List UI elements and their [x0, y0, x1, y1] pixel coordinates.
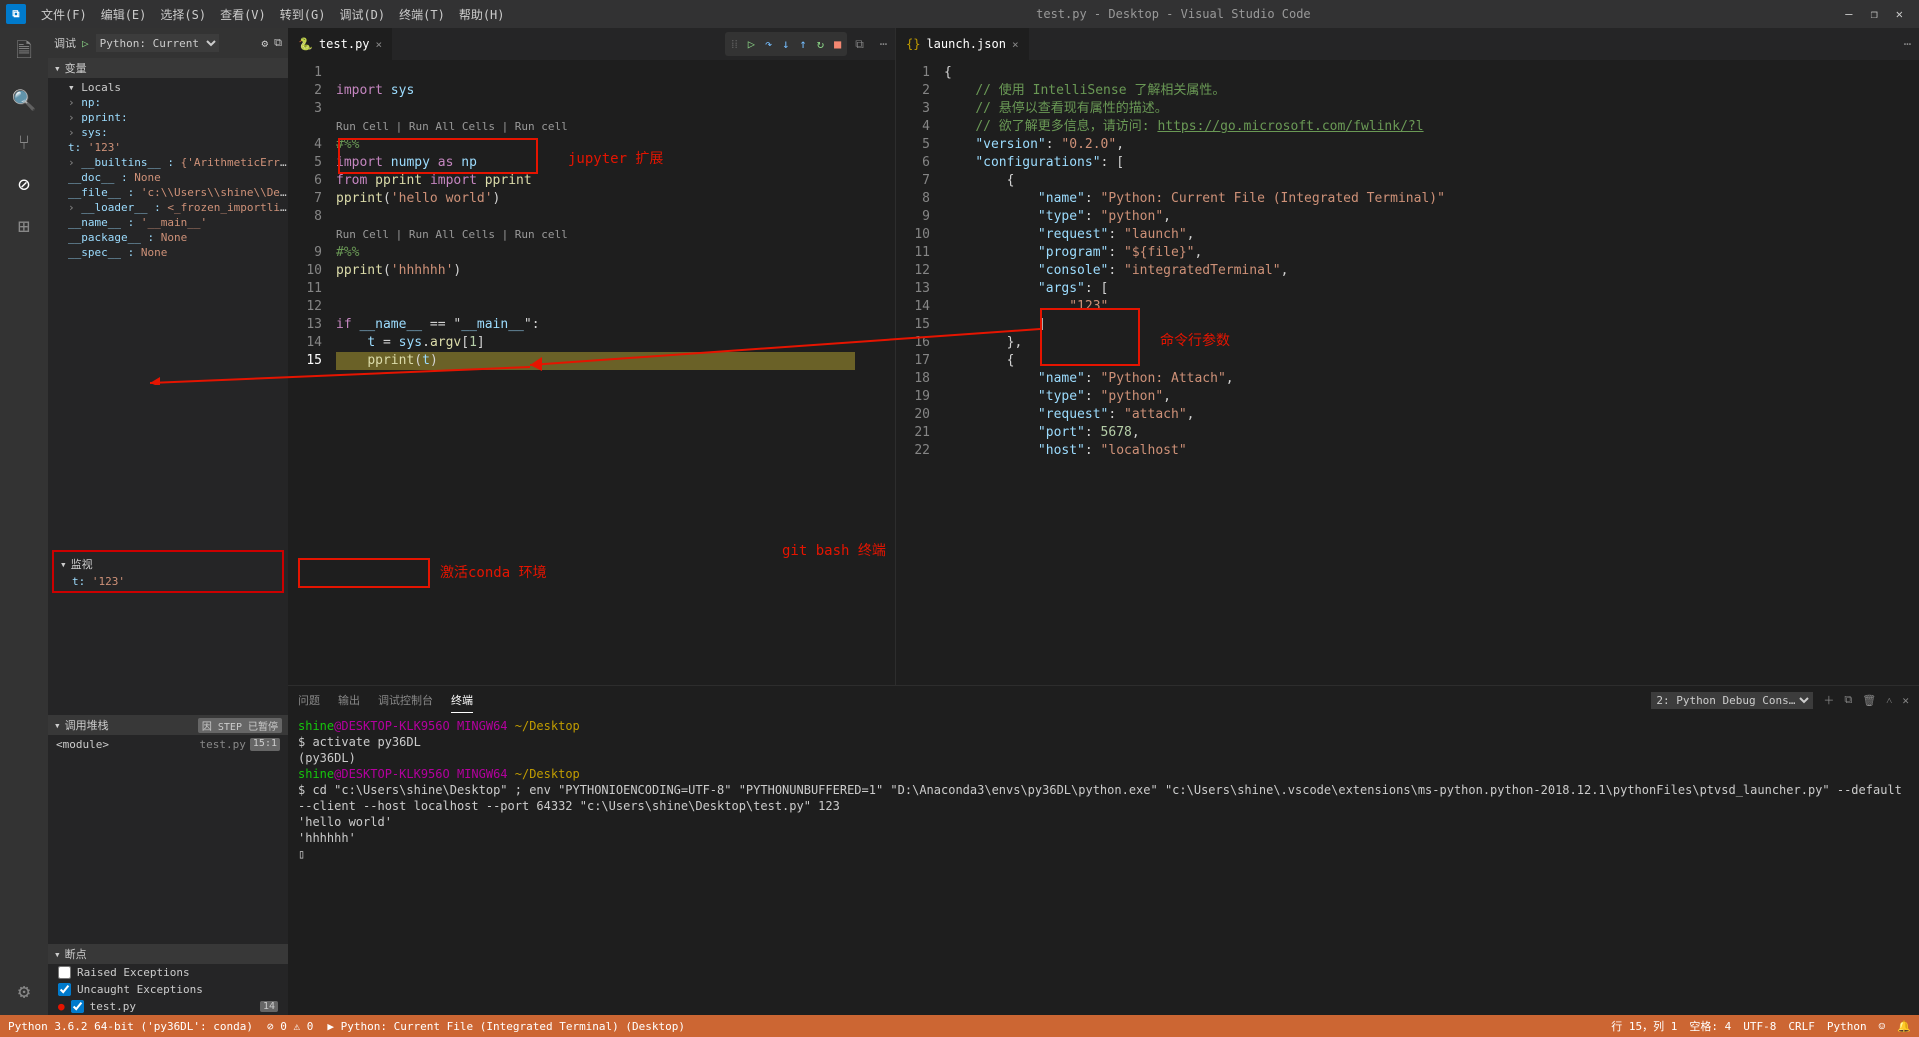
status-feedback-icon[interactable]: ☺ [1879, 1020, 1886, 1033]
tabbar-right: {} launch.json × ⋯ [896, 28, 1919, 60]
window-title: test.py - Desktop - Visual Studio Code [512, 7, 1836, 21]
window-close-icon[interactable]: ✕ [1896, 7, 1903, 21]
callstack-section-title[interactable]: ▾ 调用堆栈因 STEP 已暂停 [48, 715, 288, 735]
debug-header-label: 调试 [54, 35, 76, 51]
status-bell-icon[interactable]: 🔔 [1897, 1020, 1911, 1033]
watch-section: ▾ 监视 t: '123' [52, 550, 284, 593]
json-file-icon: {} [906, 37, 920, 51]
variable-row[interactable]: __spec__ : None [60, 245, 288, 260]
restart-icon[interactable]: ↻ [817, 37, 824, 51]
menu-view[interactable]: 查看(V) [213, 6, 273, 23]
python-file-icon: 🐍 [298, 37, 313, 51]
tab-label: test.py [319, 37, 370, 51]
explorer-icon[interactable]: 🗎 [16, 36, 32, 70]
status-lang[interactable]: Python [1827, 1020, 1867, 1033]
status-python[interactable]: Python 3.6.2 64-bit ('py36DL': conda) [8, 1020, 253, 1033]
breakpoint-raised[interactable]: Raised Exceptions [48, 964, 288, 981]
breakpoint-file[interactable]: ● test.py14 [48, 998, 288, 1015]
debug-settings-gear-icon[interactable]: ⚙ [262, 37, 269, 50]
status-eol[interactable]: CRLF [1788, 1020, 1815, 1033]
vscode-logo-icon: ⧉ [6, 4, 26, 24]
status-debug-config[interactable]: ▶ Python: Current File (Integrated Termi… [327, 1020, 685, 1033]
watch-item[interactable]: t: '123' [54, 574, 282, 589]
tab-close-icon[interactable]: × [376, 38, 383, 51]
drag-grip-icon[interactable]: ⁞⁞ [731, 37, 738, 52]
more-actions-icon[interactable]: ⋯ [1896, 28, 1919, 60]
tab-label: launch.json [926, 37, 1005, 51]
more-actions-icon[interactable]: ⋯ [872, 28, 895, 60]
panel-tabs: 问题 输出 调试控制台 终端 2: Python Debug Cons… ＋ ⧉… [288, 686, 1919, 714]
variable-row[interactable]: __file__ : 'c:\\Users\\shine\\Desktop\\… [60, 185, 288, 200]
continue-icon[interactable]: ▷ [748, 37, 755, 51]
panel-tab-debugconsole[interactable]: 调试控制台 [378, 688, 433, 712]
locals-toggle[interactable]: ▾ Locals [60, 80, 288, 95]
variable-row[interactable]: › np: [60, 95, 288, 110]
breakpoint-uncaught[interactable]: Uncaught Exceptions [48, 981, 288, 998]
settings-gear-icon[interactable]: ⚙ [18, 979, 30, 1003]
search-icon[interactable]: 🔍 [12, 88, 37, 112]
debug-config-select[interactable]: Python: Current File (Integrated Termina… [95, 33, 220, 53]
variable-row[interactable]: › sys: [60, 125, 288, 140]
stop-icon[interactable]: ■ [834, 37, 841, 51]
tabbar-left: 🐍 test.py × ⁞⁞ ▷ ↷ ↓ ↑ ↻ ■ ⧉ ⋯ [288, 28, 895, 60]
status-encoding[interactable]: UTF-8 [1743, 1020, 1776, 1033]
scm-icon[interactable]: ⑂ [18, 130, 30, 154]
tab-launchjson[interactable]: {} launch.json × [896, 28, 1030, 60]
status-indent[interactable]: 空格: 4 [1689, 1018, 1731, 1034]
close-panel-icon[interactable]: ✕ [1902, 694, 1909, 707]
menu-edit[interactable]: 编辑(E) [94, 6, 154, 23]
variable-row[interactable]: › pprint: [60, 110, 288, 125]
variable-row[interactable]: › __loader__ : <_frozen_importlib_extern… [60, 200, 288, 215]
status-problems[interactable]: ⊘ 0 ⚠ 0 [267, 1020, 313, 1033]
bottom-panel: 问题 输出 调试控制台 终端 2: Python Debug Cons… ＋ ⧉… [288, 685, 1919, 1015]
status-bar: Python 3.6.2 64-bit ('py36DL': conda) ⊘ … [0, 1015, 1919, 1037]
breakpoints-list: Raised Exceptions Uncaught Exceptions ● … [48, 964, 288, 1015]
split-terminal-icon[interactable]: ⧉ [1844, 693, 1852, 707]
split-editor-icon[interactable]: ⧉ [847, 28, 872, 60]
menu-help[interactable]: 帮助(H) [452, 6, 512, 23]
extensions-icon[interactable]: ⊞ [18, 214, 30, 238]
variables-section-title[interactable]: ▾ 变量 [48, 58, 288, 78]
terminal-select[interactable]: 2: Python Debug Cons… [1651, 692, 1813, 709]
variable-row[interactable]: t: '123' [60, 140, 288, 155]
menu-file[interactable]: 文件(F) [34, 6, 94, 23]
panel-tab-output[interactable]: 输出 [338, 688, 360, 712]
tab-testpy[interactable]: 🐍 test.py × [288, 28, 393, 60]
debug-console-icon[interactable]: ⧉ [274, 36, 282, 50]
debug-icon[interactable]: ⊘ [18, 172, 30, 196]
window-minimize-icon[interactable]: — [1845, 7, 1852, 21]
breakpoints-section-title[interactable]: ▾ 断点 [48, 944, 288, 964]
debug-toolbar: ⁞⁞ ▷ ↷ ↓ ↑ ↻ ■ [725, 32, 847, 56]
debug-header: 调试 ▷ Python: Current File (Integrated Te… [48, 28, 288, 58]
panel-tab-terminal[interactable]: 终端 [451, 688, 473, 713]
step-out-icon[interactable]: ↑ [799, 37, 806, 51]
start-debug-icon[interactable]: ▷ [82, 37, 89, 50]
activity-bar: 🗎 🔍 ⑂ ⊘ ⊞ ⚙ [0, 28, 48, 1015]
maximize-panel-icon[interactable]: ˄ [1886, 694, 1892, 707]
variable-row[interactable]: __name__ : '__main__' [60, 215, 288, 230]
debug-sidepanel: 调试 ▷ Python: Current File (Integrated Te… [48, 28, 288, 1015]
watch-section-title[interactable]: ▾ 监视 [54, 554, 282, 574]
new-terminal-icon[interactable]: ＋ [1823, 692, 1834, 708]
step-over-icon[interactable]: ↷ [765, 37, 772, 51]
terminal[interactable]: shine@DESKTOP-KLK956O MINGW64 ~/Desktop$… [288, 714, 1919, 1015]
menu-terminal[interactable]: 终端(T) [392, 6, 452, 23]
panel-tab-problems[interactable]: 问题 [298, 688, 320, 712]
window-maximize-icon[interactable]: ❐ [1871, 7, 1878, 21]
step-into-icon[interactable]: ↓ [782, 37, 789, 51]
menubar: ⧉ 文件(F) 编辑(E) 选择(S) 查看(V) 转到(G) 调试(D) 终端… [0, 0, 1919, 28]
tab-close-icon[interactable]: × [1012, 38, 1019, 51]
callstack-frame[interactable]: <module> test.py 15:1 [48, 735, 288, 754]
menu-goto[interactable]: 转到(G) [273, 6, 333, 23]
status-cursor[interactable]: 行 15，列 1 [1611, 1018, 1677, 1034]
menu-select[interactable]: 选择(S) [153, 6, 213, 23]
kill-terminal-icon[interactable]: 🗑 [1862, 694, 1876, 707]
variable-row[interactable]: __doc__ : None [60, 170, 288, 185]
menu-debug[interactable]: 调试(D) [332, 6, 392, 23]
variable-row[interactable]: › __builtins__ : {'ArithmeticError': [60, 155, 288, 170]
variable-row[interactable]: __package__ : None [60, 230, 288, 245]
